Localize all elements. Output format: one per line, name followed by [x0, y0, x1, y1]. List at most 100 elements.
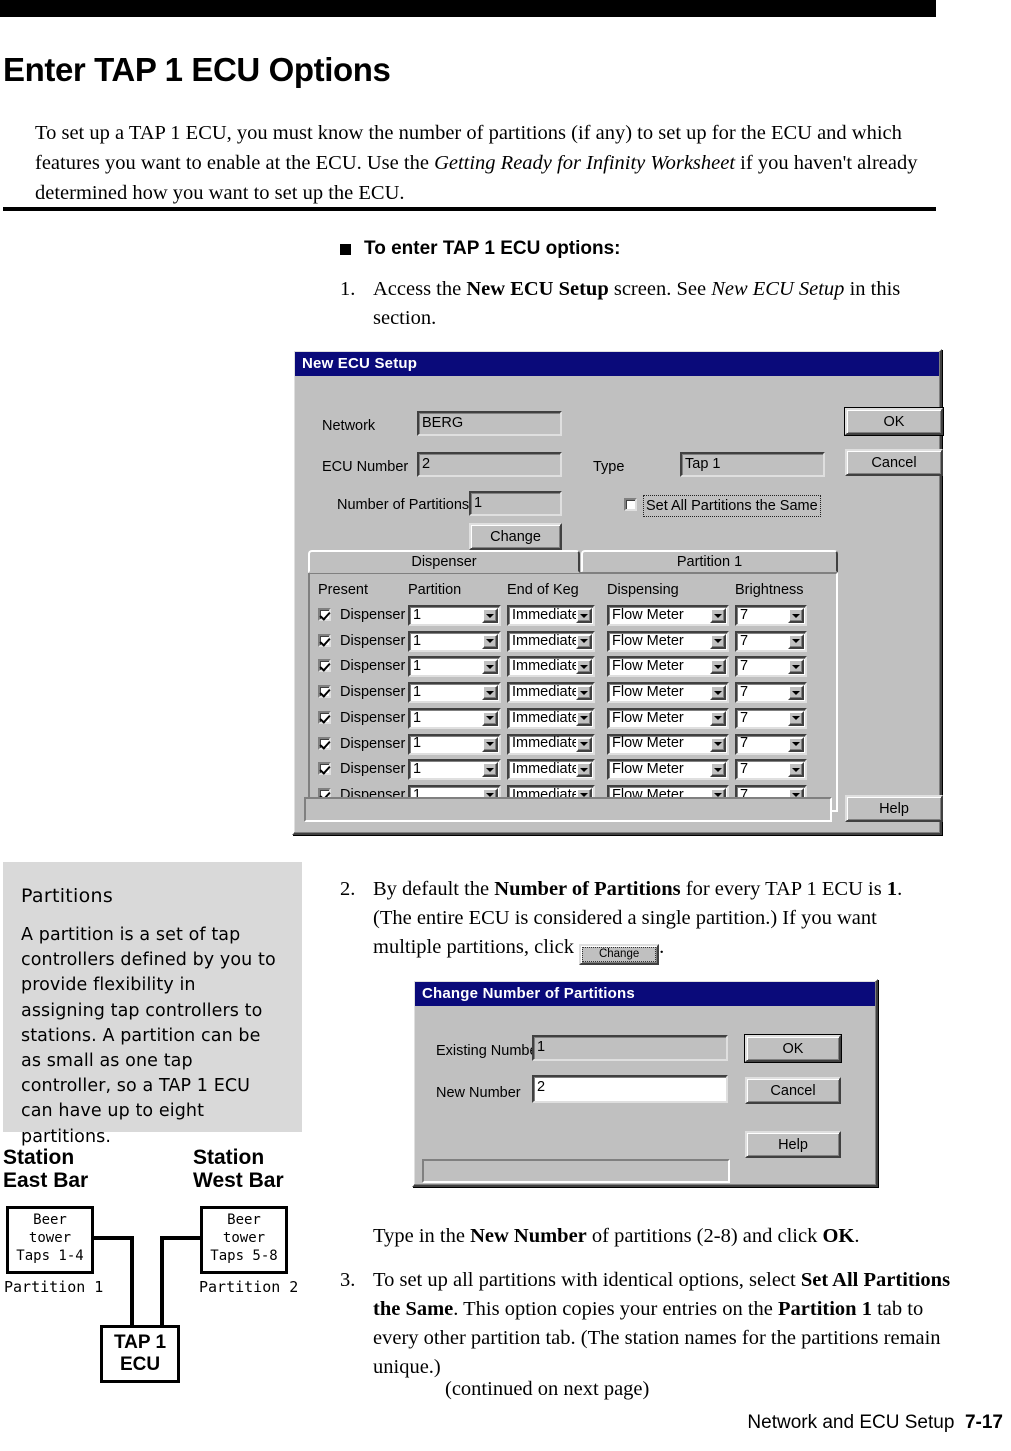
dispenser-5-end-of-keg-value: Immediate	[512, 709, 576, 726]
dispenser-5-present-checkbox[interactable]	[318, 710, 331, 724]
chevron-down-icon[interactable]	[576, 633, 592, 649]
change-partitions-cancel-button[interactable]: Cancel	[745, 1077, 841, 1104]
step-2b-bold-new-number: New Number	[470, 1225, 587, 1247]
chevron-down-icon[interactable]	[710, 659, 726, 675]
dispenser-5-dispensing-dropdown[interactable]: Flow Meter	[607, 707, 729, 729]
dispenser-3-brightness-dropdown[interactable]: 7	[735, 656, 807, 678]
chevron-down-icon[interactable]	[576, 762, 592, 778]
set-all-partitions-label[interactable]: Set All Partitions the Same	[643, 495, 821, 517]
dispenser-3-end-of-keg-dropdown[interactable]: Immediate	[507, 656, 595, 678]
chevron-down-icon[interactable]	[576, 736, 592, 752]
dispenser-7-brightness-dropdown[interactable]: 7	[735, 759, 807, 781]
chevron-down-icon[interactable]	[788, 710, 804, 726]
chevron-down-icon[interactable]	[710, 710, 726, 726]
step-3-number: 3.	[340, 1269, 356, 1291]
dispenser-4-dispensing-dropdown[interactable]: Flow Meter	[607, 682, 729, 704]
partition-tabs[interactable]: Dispenser Partition 1	[308, 550, 838, 573]
dispenser-7-present-checkbox[interactable]	[318, 762, 331, 776]
new-number-field[interactable]: 2	[532, 1075, 728, 1103]
step-1-frag-a: Access the	[373, 278, 467, 300]
dispenser-2-brightness-dropdown[interactable]: 7	[735, 630, 807, 652]
dispenser-5-dispensing-value: Flow Meter	[612, 709, 684, 726]
change-number-of-partitions-dialog[interactable]: Change Number of Partitions Existing Num…	[412, 979, 878, 1187]
chevron-down-icon[interactable]	[788, 685, 804, 701]
chevron-down-icon[interactable]	[482, 659, 498, 675]
dispenser-6-end-of-keg-dropdown[interactable]: Immediate	[507, 733, 595, 755]
chevron-down-icon[interactable]	[788, 762, 804, 778]
step-2-followup-text: Type in the New Number of partitions (2-…	[373, 1222, 963, 1251]
chevron-down-icon[interactable]	[710, 736, 726, 752]
number-of-partitions-field[interactable]: 1	[469, 491, 562, 516]
chevron-down-icon[interactable]	[482, 608, 498, 623]
dispenser-6-present-checkbox[interactable]	[318, 736, 331, 750]
partitions-note-box: Partitions A partition is a set of tap c…	[3, 862, 302, 1147]
change-button[interactable]: Change	[469, 523, 562, 550]
tab-dispenser[interactable]: Dispenser	[308, 550, 580, 573]
dispenser-4-end-of-keg-dropdown[interactable]: Immediate	[507, 682, 595, 704]
chevron-down-icon[interactable]	[482, 762, 498, 778]
dispenser-3-brightness-value: 7	[740, 658, 749, 675]
chevron-down-icon[interactable]	[710, 608, 726, 623]
chevron-down-icon[interactable]	[576, 608, 592, 623]
partition-1-caption: Partition 1	[4, 1278, 104, 1296]
dispenser-1-brightness-dropdown[interactable]: 7	[735, 605, 807, 626]
change-partitions-ok-button[interactable]: OK	[744, 1034, 842, 1063]
chevron-down-icon[interactable]	[482, 633, 498, 649]
network-label: Network	[322, 418, 376, 434]
partition-2-caption: Partition 2	[199, 1278, 299, 1296]
dispenser-1-end-of-keg-dropdown[interactable]: Immediate	[507, 605, 595, 626]
network-field[interactable]: BERG	[417, 411, 562, 436]
dispenser-4-partition-dropdown[interactable]: 1	[408, 682, 501, 704]
chevron-down-icon[interactable]	[710, 762, 726, 778]
intro-paragraph: To set up a TAP 1 ECU, you must know the…	[35, 118, 940, 208]
dispenser-1-present-checkbox[interactable]	[318, 608, 331, 621]
dispenser-2-partition-dropdown[interactable]: 1	[408, 630, 501, 652]
wire-left-horizontal	[94, 1236, 134, 1240]
chevron-down-icon[interactable]	[788, 633, 804, 649]
dispenser-5-brightness-dropdown[interactable]: 7	[735, 707, 807, 729]
new-ecu-setup-dialog[interactable]: New ECU Setup Network BERG ECU Number 2 …	[292, 349, 944, 835]
dispenser-2-dispensing-value: Flow Meter	[612, 632, 684, 649]
dispenser-7-partition-dropdown[interactable]: 1	[408, 759, 501, 781]
dispenser-1-dispensing-dropdown[interactable]: Flow Meter	[607, 605, 729, 626]
dispenser-3-dispensing-dropdown[interactable]: Flow Meter	[607, 656, 729, 678]
dispenser-5-partition-dropdown[interactable]: 1	[408, 707, 501, 729]
dispenser-6-dispensing-dropdown[interactable]: Flow Meter	[607, 733, 729, 755]
dispenser-7-end-of-keg-dropdown[interactable]: Immediate	[507, 759, 595, 781]
dispenser-5-end-of-keg-dropdown[interactable]: Immediate	[507, 707, 595, 729]
footer-page-number: 7-17	[964, 1412, 1003, 1433]
dispenser-7-dispensing-dropdown[interactable]: Flow Meter	[607, 759, 729, 781]
dispenser-4-present-checkbox[interactable]	[318, 685, 331, 699]
chevron-down-icon[interactable]	[710, 633, 726, 649]
dispenser-2-end-of-keg-dropdown[interactable]: Immediate	[507, 630, 595, 652]
chevron-down-icon[interactable]	[482, 736, 498, 752]
chevron-down-icon[interactable]	[576, 659, 592, 675]
chevron-down-icon[interactable]	[710, 685, 726, 701]
dispenser-3-partition-dropdown[interactable]: 1	[408, 656, 501, 678]
tab-partition-1[interactable]: Partition 1	[581, 550, 838, 573]
chevron-down-icon[interactable]	[788, 608, 804, 623]
dispenser-4-brightness-dropdown[interactable]: 7	[735, 682, 807, 704]
chevron-down-icon[interactable]	[482, 685, 498, 701]
chevron-down-icon[interactable]	[788, 659, 804, 675]
dispenser-6-partition-dropdown[interactable]: 1	[408, 733, 501, 755]
dispenser-2-dispensing-dropdown[interactable]: Flow Meter	[607, 630, 729, 652]
chevron-down-icon[interactable]	[576, 685, 592, 701]
dispenser-2-present-checkbox[interactable]	[318, 633, 331, 647]
dispenser-1-end-of-keg-value: Immediate	[512, 606, 576, 623]
inline-change-button[interactable]: Change	[579, 944, 660, 966]
chevron-down-icon[interactable]	[482, 710, 498, 726]
dispenser-6-brightness-dropdown[interactable]: 7	[735, 733, 807, 755]
ok-button[interactable]: OK	[844, 407, 944, 436]
dispenser-3-present-checkbox[interactable]	[318, 659, 331, 673]
help-button[interactable]: Help	[845, 795, 943, 822]
set-all-partitions-checkbox[interactable]	[624, 498, 637, 511]
change-partitions-help-button[interactable]: Help	[745, 1131, 841, 1158]
type-field[interactable]: Tap 1	[680, 452, 825, 477]
dispenser-1-partition-dropdown[interactable]: 1	[408, 605, 501, 626]
cancel-button[interactable]: Cancel	[845, 449, 943, 476]
ecu-number-field[interactable]: 2	[417, 452, 562, 477]
chevron-down-icon[interactable]	[576, 710, 592, 726]
wire-right-vertical	[160, 1236, 164, 1325]
chevron-down-icon[interactable]	[788, 736, 804, 752]
